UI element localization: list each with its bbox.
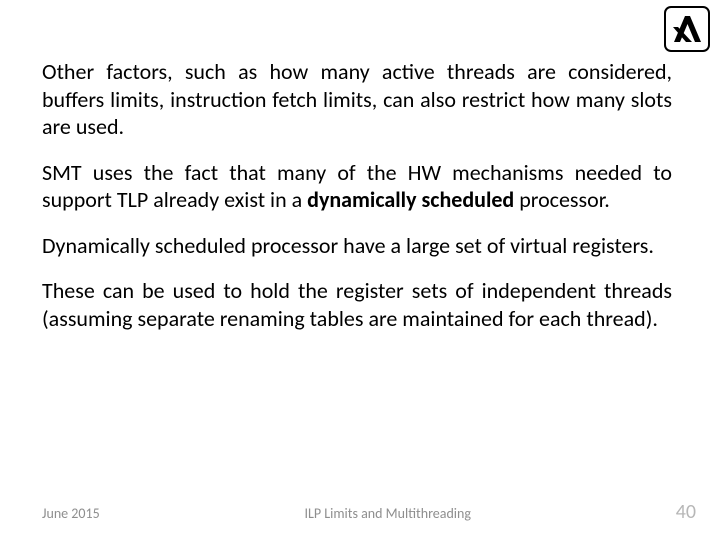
slide-footer: June 2015 ILP Limits and Multithreading … — [42, 500, 696, 524]
footer-date: June 2015 — [42, 505, 100, 522]
p2-post: processor. — [514, 186, 610, 213]
slide-body: Other factors, such as how many active t… — [42, 58, 672, 350]
footer-title: ILP Limits and Multithreading — [100, 505, 676, 522]
footer-page-number: 40 — [676, 500, 696, 524]
paragraph-1: Other factors, such as how many active t… — [42, 58, 672, 141]
p2-bold: dynamically scheduled — [307, 186, 514, 213]
paragraph-2: SMT uses the fact that many of the HW me… — [42, 159, 672, 214]
slide: Other factors, such as how many active t… — [0, 0, 720, 540]
logo-icon — [664, 6, 710, 52]
paragraph-4: These can be used to hold the register s… — [42, 277, 672, 332]
paragraph-3: Dynamically scheduled processor have a l… — [42, 232, 672, 260]
institution-logo — [664, 6, 710, 52]
